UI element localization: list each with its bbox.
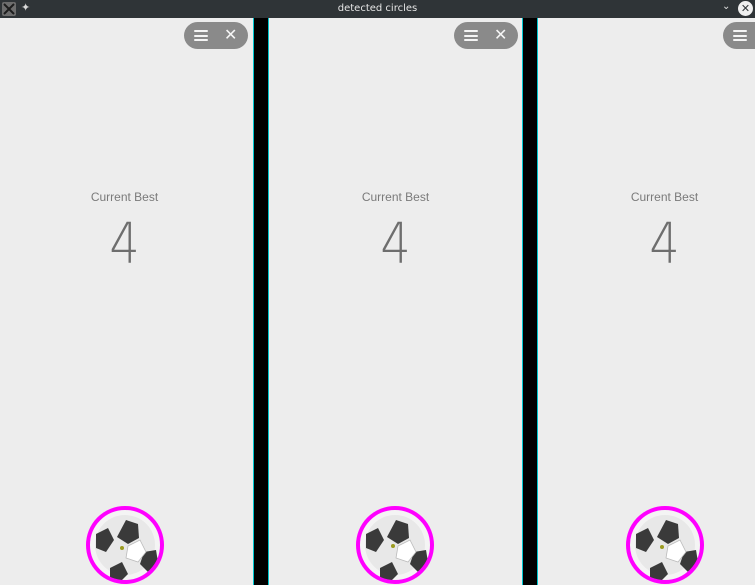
- close-icon[interactable]: ✕: [224, 25, 237, 45]
- controls-pill: [723, 22, 755, 49]
- menu-icon[interactable]: [464, 29, 478, 42]
- current-best-value: 4: [109, 212, 140, 277]
- soccer-ball-icon[interactable]: [354, 504, 436, 585]
- game-panel: Current Best 4: [537, 18, 755, 585]
- current-best-label: Current Best: [630, 190, 699, 204]
- window-title: detected circles: [337, 3, 418, 14]
- controls-pill: ✕: [184, 22, 248, 49]
- window-titlebar: ✦ detected circles ⌄ ✕: [0, 0, 755, 18]
- soccer-ball-icon[interactable]: [84, 504, 166, 585]
- game-panel: ✕ Current Best 4: [0, 18, 254, 585]
- menu-icon[interactable]: [733, 29, 747, 42]
- soccer-ball-icon[interactable]: [624, 504, 706, 585]
- chevron-down-icon[interactable]: ⌄: [722, 1, 730, 12]
- current-best-label: Current Best: [90, 190, 159, 204]
- current-best-label: Current Best: [361, 190, 430, 204]
- current-best-value: 4: [649, 212, 680, 277]
- window-close-button[interactable]: ✕: [738, 1, 753, 16]
- game-panel: ✕ Current Best 4: [268, 18, 523, 585]
- controls-pill: ✕: [454, 22, 518, 49]
- menu-icon[interactable]: [194, 29, 208, 42]
- current-best-value: 4: [380, 212, 411, 277]
- close-icon[interactable]: ✕: [494, 25, 507, 45]
